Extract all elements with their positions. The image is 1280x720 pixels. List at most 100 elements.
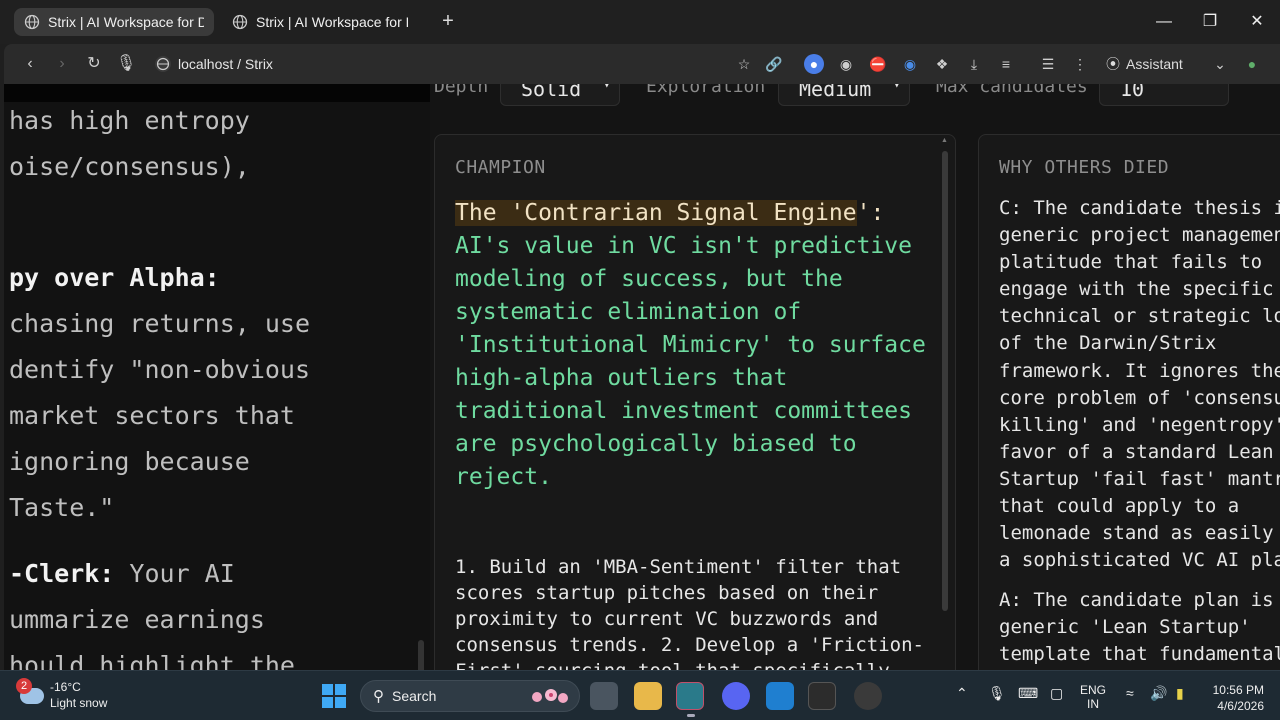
champion-card: CHAMPION The 'Contrarian Signal Engine':… — [434, 134, 956, 670]
why-others-died-card: WHY OTHERS DIED C: The candidate thesis … — [978, 134, 1280, 670]
strix-results-area: Depth Solid ▼ Exploration Medium ▼ Max c… — [430, 84, 1280, 670]
left-pane-line: ummarize earnings — [9, 605, 265, 634]
left-pane-header-bar — [4, 84, 430, 102]
browser-tab[interactable]: Strix | AI Workspace for De — [222, 8, 418, 36]
microphone-icon[interactable]: 🎙 — [988, 685, 1006, 702]
back-button[interactable]: ‹ — [18, 52, 42, 76]
left-pane-line: py over Alpha: — [9, 263, 220, 292]
windows-taskbar: 2 -16°C Light snow ⚲ Search ⌃ 🎙 ⌨ ▢ ENG … — [0, 670, 1280, 720]
extension-bulb-icon[interactable]: ◉ — [836, 54, 856, 74]
max-candidates-value: 10 — [1120, 84, 1145, 101]
champion-thesis-text: AI's value in VC isn't predictive modeli… — [455, 233, 926, 490]
taskbar-search[interactable]: ⚲ Search — [360, 680, 580, 712]
max-candidates-input[interactable]: 10 — [1099, 84, 1229, 106]
exploration-select[interactable]: Medium ▼ — [778, 84, 910, 106]
left-pane-line: oise/consensus), — [9, 152, 250, 181]
max-candidates-label: Max candidates — [936, 84, 1088, 97]
weather-snow-icon: 2 — [16, 678, 44, 708]
why-entry-c: C: The candidate thesis is generic proje… — [999, 197, 1280, 572]
forward-button[interactable]: › — [50, 52, 74, 76]
reading-list-icon[interactable]: ≡ — [996, 54, 1016, 74]
weather-condition: Light snow — [50, 696, 108, 710]
chevron-up-icon[interactable]: ⌃ — [956, 685, 968, 702]
weather-badge: 2 — [16, 678, 32, 694]
exploration-value: Medium — [799, 84, 872, 101]
restore-button[interactable]: ❐ — [1194, 8, 1226, 36]
left-pane-scrollbar[interactable] — [416, 106, 426, 670]
close-window-button[interactable]: ✕ — [1241, 8, 1273, 36]
assistant-button[interactable]: ⦿ Assistant — [1106, 54, 1183, 74]
left-pane-line: -Clerk: Your AI — [9, 559, 235, 588]
terminal-icon[interactable] — [808, 682, 836, 710]
menu-lines-icon[interactable]: ☰ — [1038, 54, 1058, 74]
keyboard-icon[interactable]: ⌨ — [1018, 685, 1038, 702]
extension-google-icon[interactable]: ● — [804, 54, 824, 74]
depth-select[interactable]: Solid ▼ — [500, 84, 620, 106]
globe-icon — [232, 14, 248, 30]
browser-tab-active[interactable]: Strix | AI Workspace for De — [14, 8, 214, 36]
battery-icon[interactable]: ▮ — [1176, 685, 1184, 702]
site-info-icon[interactable] — [154, 55, 172, 73]
champion-plan: 1. Build an 'MBA-Sentiment' filter that … — [455, 556, 924, 670]
left-pane-line: chasing returns, use — [9, 309, 311, 338]
chatgpt-icon[interactable] — [854, 682, 882, 710]
minimize-button[interactable]: — — [1148, 8, 1180, 36]
left-document-pane: has high entropy oise/consensus), py ove… — [4, 84, 430, 670]
display-icon[interactable]: ▢ — [1050, 685, 1063, 702]
champion-thesis: The 'Contrarian Signal Engine': AI's val… — [455, 200, 926, 490]
depth-label: Depth — [434, 84, 489, 97]
chevron-down-icon: ▼ — [893, 84, 901, 91]
windows-start-icon[interactable] — [322, 684, 346, 708]
wifi-icon[interactable]: ≈ — [1126, 685, 1134, 701]
exploration-label: Exploration — [646, 84, 766, 97]
system-clock[interactable]: 10:56 PM 4/6/2026 — [1206, 682, 1264, 714]
champion-title-highlight: The 'Contrarian Signal Engine — [455, 200, 857, 226]
tab-title: Strix | AI Workspace for De — [256, 14, 408, 30]
volume-icon[interactable]: 🔊 — [1150, 685, 1167, 702]
left-pane-line: has high entropy — [9, 106, 250, 135]
cherry-blossom-icon — [532, 689, 568, 703]
language-indicator[interactable]: ENG IN — [1080, 683, 1106, 711]
new-tab-button[interactable]: + — [436, 10, 460, 34]
microphone-icon[interactable]: 🎙 — [114, 52, 138, 76]
browser-app-icon[interactable] — [676, 682, 704, 717]
reload-icon[interactable]: ↻ — [82, 52, 106, 76]
champion-heading: CHAMPION — [455, 157, 546, 178]
address-url: localhost / Strix — [178, 56, 273, 72]
weather-widget[interactable]: 2 -16°C Light snow — [16, 678, 108, 711]
star-icon[interactable]: ☆ — [734, 54, 754, 74]
task-view-icon[interactable] — [590, 682, 618, 710]
extensions-puzzle-icon[interactable]: ❖ — [932, 54, 952, 74]
audio-wave-icon[interactable]: ⋮ — [1070, 54, 1090, 74]
champion-scrollbar[interactable]: ▲ — [941, 137, 949, 613]
depth-value: Solid — [521, 84, 582, 101]
browser-tab-strip: Strix | AI Workspace for De Strix | AI W… — [0, 0, 1280, 44]
file-explorer-icon[interactable] — [634, 682, 662, 710]
left-pane-line: ignoring because — [9, 447, 250, 476]
vscode-icon[interactable] — [766, 682, 794, 710]
globe-icon — [24, 14, 40, 30]
link-icon[interactable]: 🔗 — [764, 54, 784, 74]
left-pane-line: market sectors that — [9, 401, 295, 430]
tab-title: Strix | AI Workspace for De — [48, 14, 204, 30]
discord-icon[interactable] — [722, 682, 750, 710]
extension-block-icon[interactable]: ⛔ — [868, 54, 888, 74]
left-pane-line: hould highlight the — [9, 651, 295, 670]
page-content: has high entropy oise/consensus), py ove… — [4, 84, 1280, 670]
why-others-died-heading: WHY OTHERS DIED — [999, 157, 1170, 178]
assistant-label: Assistant — [1126, 56, 1183, 72]
temperature: -16°C — [50, 680, 81, 694]
left-pane-line: Taste." — [9, 493, 115, 522]
address-bar[interactable]: localhost / Strix — [154, 50, 654, 78]
download-icon[interactable]: ⤓ — [964, 54, 984, 74]
profile-avatar[interactable]: ● — [1242, 54, 1262, 74]
why-entry-a: A: The candidate plan is a generic 'Lean… — [999, 589, 1280, 666]
search-icon: ⚲ — [373, 688, 384, 705]
browser-toolbar: ‹ › ↻ 🎙 localhost / Strix ☆ 🔗 ● ◉ ⛔ ◉ ❖ … — [4, 44, 1280, 84]
chevron-down-icon[interactable]: ⌄ — [1210, 54, 1230, 74]
left-pane-line: dentify "non-obvious — [9, 355, 311, 384]
extension-blue-icon[interactable]: ◉ — [900, 54, 920, 74]
chevron-down-icon: ▼ — [603, 84, 611, 91]
assistant-icon: ⦿ — [1106, 56, 1120, 72]
search-label: Search — [392, 688, 437, 704]
